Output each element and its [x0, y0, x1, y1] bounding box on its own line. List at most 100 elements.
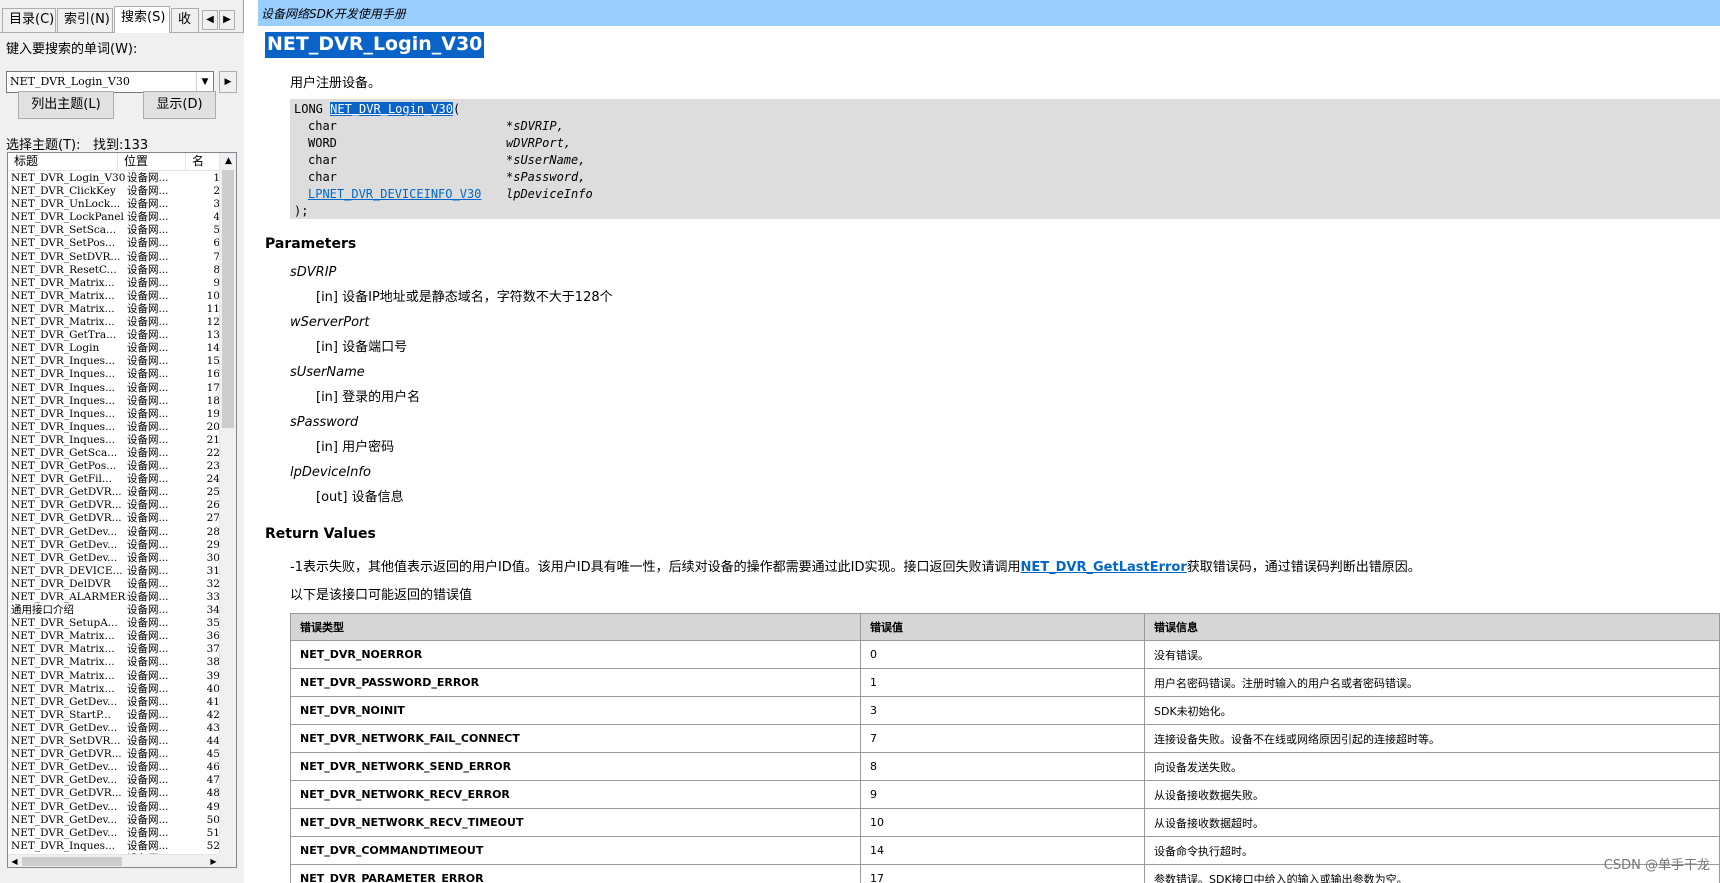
list-item[interactable]: NET_DVR_GetDev... 设备网... 46 — [8, 761, 220, 774]
list-item[interactable]: NET_DVR_GetTra... 设备网... 13 — [8, 329, 220, 342]
chevron-down-icon[interactable]: ▼ — [196, 72, 213, 92]
list-item[interactable]: NET_DVR_ClickKey 设备网... 2 — [8, 185, 220, 198]
list-item[interactable]: NET_DVR_SetPos... 设备网... 6 — [8, 237, 220, 250]
list-item[interactable]: NET_DVR_SetupA... 设备网... 35 — [8, 617, 220, 630]
list-item-title: NET_DVR_UnLock... — [11, 198, 121, 211]
column-header-location[interactable]: 位置 — [118, 153, 186, 171]
list-item[interactable]: NET_DVR_GetDev... 设备网... 47 — [8, 774, 220, 787]
list-item-title: NET_DVR_Inques... — [11, 433, 116, 446]
scrollbar-thumb[interactable] — [22, 857, 122, 866]
close-paren: ); — [294, 204, 309, 218]
list-item[interactable]: NET_DVR_SetDVR... 设备网... 7 — [8, 251, 220, 264]
list-item[interactable]: NET_DVR_Inques... 设备网... 16 — [8, 368, 220, 381]
topic-results-list[interactable]: 标题 位置 名 NET_DVR_Login_V30 设备网... 1 NET_DVR_… — [7, 152, 237, 868]
tab-scroll-right-icon[interactable]: ▶ — [219, 10, 235, 30]
list-item[interactable]: NET_DVR_Login 设备网... 14 — [8, 342, 220, 355]
struct-type-link[interactable]: LPNET_DVR_DEVICEINFO_V30 — [308, 187, 481, 201]
list-item[interactable]: NET_DVR_UnLock... 设备网... 3 — [8, 198, 220, 211]
list-item[interactable]: NET_DVR_ALARMER 设备网... 33 — [8, 591, 220, 604]
chevron-up-icon[interactable]: ▲ — [220, 153, 236, 170]
list-item-title: NET_DVR_GetDev... — [11, 813, 118, 826]
list-item[interactable]: 通用接口介绍 设备网... 34 — [8, 604, 220, 617]
tab-scroll-left-icon[interactable]: ◀ — [202, 10, 218, 30]
list-item[interactable]: NET_DVR_GetDev... 设备网... 41 — [8, 696, 220, 709]
list-item-rank: 27 — [206, 512, 220, 525]
list-item[interactable]: NET_DVR_GetDVR... 设备网... 26 — [8, 499, 220, 512]
list-item[interactable]: NET_DVR_Matrix... 设备网... 11 — [8, 303, 220, 316]
error-info-cell: 向设备发送失败。 — [1144, 752, 1720, 781]
list-item[interactable]: NET_DVR_Matrix... 设备网... 12 — [8, 316, 220, 329]
chevron-right-icon[interactable]: ▶ — [207, 855, 220, 867]
tab-search[interactable]: 搜索(S) — [114, 6, 170, 33]
list-item[interactable]: NET_DVR_GetFil... 设备网... 24 — [8, 473, 220, 486]
vertical-scrollbar[interactable]: ▲ — [219, 153, 236, 867]
list-item-title: NET_DVR_GetTra... — [11, 329, 117, 342]
search-keyword-combobox[interactable]: NET_DVR_Login_V30 ▼ — [6, 71, 214, 93]
list-item-title: NET_DVR_Login — [11, 342, 100, 355]
list-item[interactable]: NET_DVR_LockPanel 设备网... 4 — [8, 211, 220, 224]
list-item-location: 设备网... — [127, 656, 169, 669]
list-item-location: 设备网... — [127, 525, 169, 538]
list-item-title: NET_DVR_Matrix... — [11, 643, 115, 656]
list-item[interactable]: NET_DVR_ResetC... 设备网... 8 — [8, 264, 220, 277]
chevron-left-icon[interactable]: ◀ — [8, 855, 21, 867]
errors-intro: 以下是该接口可能返回的错误值 — [290, 588, 473, 603]
list-item[interactable]: NET_DVR_Inques... 设备网... 15 — [8, 355, 220, 368]
list-item[interactable]: NET_DVR_Matrix... 设备网... 38 — [8, 656, 220, 669]
list-item[interactable]: NET_DVR_Inques... 设备网... 19 — [8, 408, 220, 421]
list-item[interactable]: NET_DVR_SetSca... 设备网... 5 — [8, 224, 220, 237]
list-item[interactable]: NET_DVR_DEVICE... 设备网... 31 — [8, 565, 220, 578]
column-header-title[interactable]: 标题 — [8, 153, 118, 171]
list-item[interactable]: NET_DVR_StartP... 设备网... 42 — [8, 709, 220, 722]
tab-contents[interactable]: 目录(C) — [2, 8, 56, 32]
list-item[interactable]: NET_DVR_GetDev... 设备网... 29 — [8, 539, 220, 552]
list-item-location: 设备网... — [127, 329, 169, 342]
list-item[interactable]: NET_DVR_GetPos... 设备网... 23 — [8, 460, 220, 473]
list-item[interactable]: NET_DVR_Matrix... 设备网... 9 — [8, 277, 220, 290]
scrollbar-thumb[interactable] — [222, 170, 234, 428]
list-item-title: NET_DVR_GetDev... — [11, 695, 118, 708]
param-desc-wserverport: [in] 设备端口号 — [316, 340, 408, 355]
list-item[interactable]: NET_DVR_GetDev... 设备网... 28 — [8, 526, 220, 539]
search-options-arrow-icon[interactable]: ▶ — [219, 71, 237, 93]
list-item[interactable]: NET_DVR_GetDev... 设备网... 51 — [8, 827, 220, 840]
list-item[interactable]: NET_DVR_Inques... 设备网... 18 — [8, 395, 220, 408]
tab-favorites[interactable]: 收 — [171, 8, 199, 32]
list-item-title: NET_DVR_DelDVR — [11, 577, 111, 590]
list-item[interactable]: NET_DVR_GetDVR... 设备网... 45 — [8, 748, 220, 761]
list-item[interactable]: NET_DVR_Matrix... 设备网... 40 — [8, 683, 220, 696]
list-item-title: NET_DVR_Inques... — [11, 420, 116, 433]
list-topics-button[interactable]: 列出主题(L) — [18, 91, 114, 119]
column-header-rank[interactable]: 名 — [186, 153, 220, 171]
list-item[interactable]: NET_DVR_GetDVR... 设备网... 25 — [8, 486, 220, 499]
list-item[interactable]: NET_DVR_GetDev... 设备网... 43 — [8, 722, 220, 735]
list-item[interactable]: NET_DVR_Matrix... 设备网... 39 — [8, 670, 220, 683]
list-item-title: NET_DVR_Inques... — [11, 381, 116, 394]
tab-index[interactable]: 索引(N) — [57, 8, 113, 32]
list-item[interactable]: NET_DVR_GetSca... 设备网... 22 — [8, 447, 220, 460]
list-item[interactable]: NET_DVR_Inques... 设备网... 17 — [8, 382, 220, 395]
list-item-rank: 46 — [206, 761, 220, 774]
list-item[interactable]: NET_DVR_SetDVR... 设备网... 44 — [8, 735, 220, 748]
list-item[interactable]: NET_DVR_Matrix... 设备网... 10 — [8, 290, 220, 303]
list-item[interactable]: NET_DVR_GetDVR... 设备网... 48 — [8, 787, 220, 800]
list-item-location: 设备网... — [127, 682, 169, 695]
list-item-location: 设备网... — [127, 761, 169, 774]
get-last-error-link[interactable]: NET_DVR_GetLastError — [1021, 560, 1187, 575]
list-item[interactable]: NET_DVR_Matrix... 设备网... 37 — [8, 643, 220, 656]
list-item[interactable]: NET_DVR_Matrix... 设备网... 36 — [8, 630, 220, 643]
display-button[interactable]: 显示(D) — [143, 91, 216, 119]
list-item[interactable]: NET_DVR_Login_V30 设备网... 1 — [8, 172, 220, 185]
list-item-location: 设备网... — [127, 630, 169, 643]
list-item[interactable]: NET_DVR_GetDev... 设备网... 49 — [8, 801, 220, 814]
list-item[interactable]: NET_DVR_Inques... 设备网... 52 — [8, 840, 220, 853]
list-item[interactable]: NET_DVR_DelDVR 设备网... 32 — [8, 578, 220, 591]
horizontal-scrollbar[interactable]: ◀ ▶ — [8, 854, 220, 867]
list-item[interactable]: NET_DVR_GetDVR... 设备网... 27 — [8, 512, 220, 525]
list-item[interactable]: NET_DVR_Inques... 设备网... 21 — [8, 434, 220, 447]
list-item-rank: 2 — [213, 185, 220, 198]
watermark: CSDN @单手干龙 — [1603, 858, 1710, 873]
list-item[interactable]: NET_DVR_GetDev... 设备网... 50 — [8, 814, 220, 827]
list-item[interactable]: NET_DVR_Inques... 设备网... 20 — [8, 421, 220, 434]
list-item[interactable]: NET_DVR_GetDev... 设备网... 30 — [8, 552, 220, 565]
